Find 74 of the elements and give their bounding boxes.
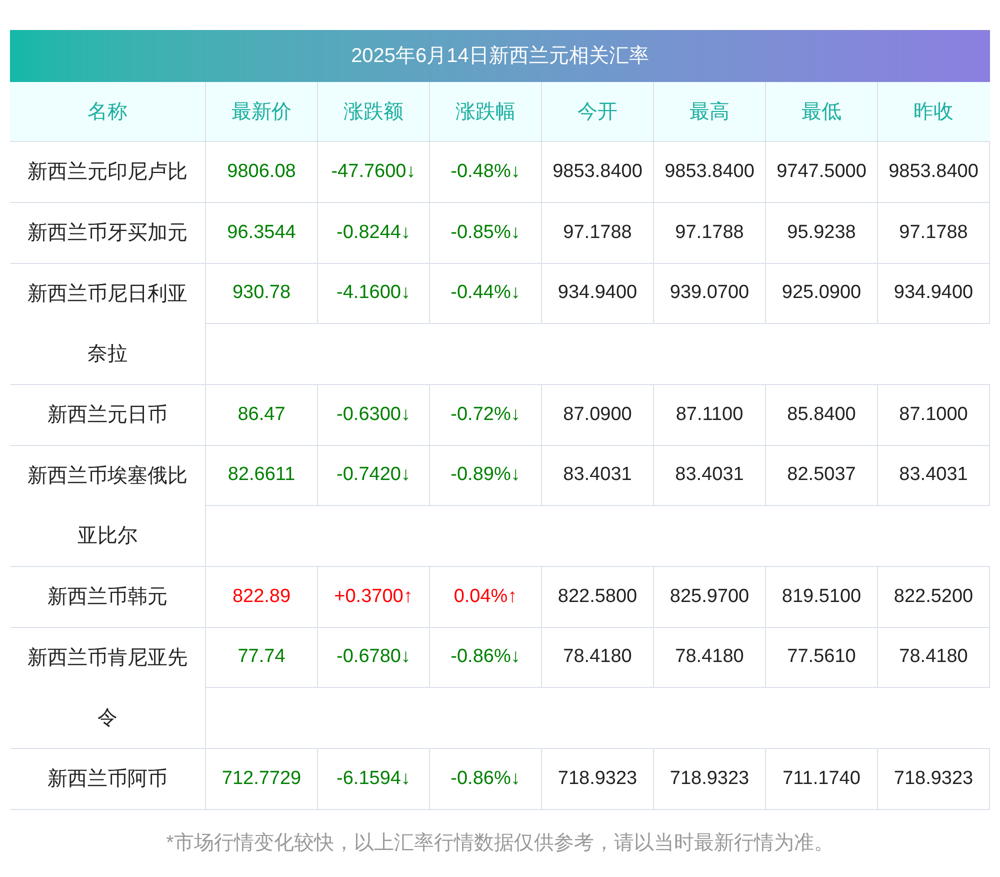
table-cell: 934.9400 — [542, 264, 654, 324]
table-cell: 85.8400 — [766, 385, 878, 445]
table-cell: 97.1788 — [542, 203, 654, 263]
table-cell: 77.5610 — [766, 628, 878, 688]
table-cell: 718.9323 — [654, 749, 766, 809]
column-header: 最新价 — [205, 82, 317, 141]
table-cell: 0.04%↑ — [430, 567, 542, 627]
table-cell: 83.4031 — [542, 446, 654, 506]
column-header: 涨跌额 — [317, 82, 429, 141]
table-cell: 82.6611 — [206, 446, 318, 506]
table-cell: 822.5800 — [542, 567, 654, 627]
column-header: 昨收 — [877, 82, 989, 141]
table-cell: 95.9238 — [766, 203, 878, 263]
column-header: 最低 — [765, 82, 877, 141]
column-header: 名称 — [86, 100, 128, 124]
table-cell: 9853.8400 — [542, 142, 654, 202]
table-cell: 712.7729 — [206, 749, 318, 809]
table-cell: 825.9700 — [654, 567, 766, 627]
table-cell: 925.0900 — [766, 264, 878, 324]
table-cell: 78.4180 — [542, 628, 654, 688]
table-cell: 9853.8400 — [878, 142, 990, 202]
table-cell: -0.7420↓ — [318, 446, 430, 506]
table-cell: 96.3544 — [206, 203, 318, 263]
table-cell: 822.89 — [206, 567, 318, 627]
column-header: 今开 — [541, 82, 653, 141]
table-cell: 819.5100 — [766, 567, 878, 627]
table-cell: -0.6780↓ — [318, 628, 430, 688]
table-cell-text: 新西兰元印尼卢比 — [26, 160, 188, 185]
table-cell: 83.4031 — [878, 446, 990, 506]
table-cell-text: 新西兰元日币 — [46, 403, 168, 428]
table-cell: 77.74 — [206, 628, 318, 688]
table-cell: 86.47 — [206, 385, 318, 445]
table-cell: -0.72%↓ — [430, 385, 542, 445]
column-header: 最高 — [653, 82, 765, 141]
table-cell: 83.4031 — [654, 446, 766, 506]
table-cell-text: 新西兰币牙买加元 — [26, 221, 188, 246]
table-cell: 87.1000 — [878, 385, 990, 445]
table-cell: -0.89%↓ — [430, 446, 542, 506]
table-cell: -6.1594↓ — [318, 749, 430, 809]
table-cell: 939.0700 — [654, 264, 766, 324]
table-cell: -47.7600↓ — [318, 142, 430, 202]
table-cell: -0.6300↓ — [318, 385, 430, 445]
table-cell: 934.9400 — [878, 264, 990, 324]
table-cell: 78.4180 — [654, 628, 766, 688]
table-cell: -0.86%↓ — [430, 749, 542, 809]
table-cell: -0.48%↓ — [430, 142, 542, 202]
table-cell: 97.1788 — [654, 203, 766, 263]
table-cell: 718.9323 — [878, 749, 990, 809]
table-cell: 718.9323 — [542, 749, 654, 809]
table-cell: 9747.5000 — [766, 142, 878, 202]
column-header: 涨跌幅 — [429, 82, 541, 141]
table-cell: -0.85%↓ — [430, 203, 542, 263]
table-cell-text: 新西兰币肯尼亚先令 — [26, 646, 188, 731]
table-title: 2025年6月14日新西兰元相关汇率 — [10, 30, 990, 82]
table-cell: -4.1600↓ — [318, 264, 430, 324]
table-cell: 78.4180 — [878, 628, 990, 688]
table-cell: 9806.08 — [206, 142, 318, 202]
table-cell: 711.1740 — [766, 749, 878, 809]
table-cell: 822.5200 — [878, 567, 990, 627]
table-cell: 87.0900 — [542, 385, 654, 445]
table-cell: +0.3700↑ — [318, 567, 430, 627]
table-cell: 930.78 — [206, 264, 318, 324]
table-cell-text: 新西兰币埃塞俄比亚比尔 — [26, 464, 188, 549]
disclaimer-note: *市场行情变化较快，以上汇率行情数据仅供参考，请以当时最新行情为准。 — [165, 831, 835, 856]
table-cell-text: 新西兰币尼日利亚奈拉 — [26, 282, 188, 367]
table-cell: 87.1100 — [654, 385, 766, 445]
table-cell: -0.8244↓ — [318, 203, 430, 263]
table-cell: -0.44%↓ — [430, 264, 542, 324]
table-cell: 82.5037 — [766, 446, 878, 506]
table-cell: -0.86%↓ — [430, 628, 542, 688]
table-cell-text: 新西兰币阿币 — [46, 767, 168, 792]
table-cell-text: 新西兰币韩元 — [46, 585, 168, 610]
table-cell: 9853.8400 — [654, 142, 766, 202]
table-cell: 97.1788 — [878, 203, 990, 263]
